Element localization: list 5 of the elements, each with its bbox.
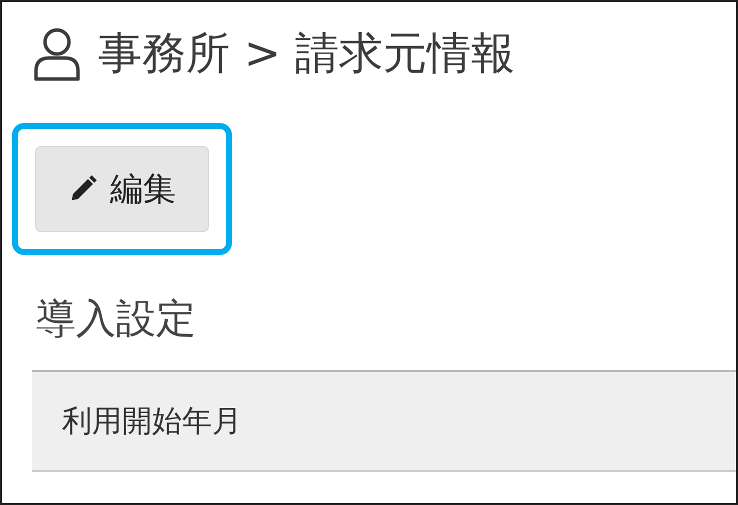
breadcrumb: 事務所 > 請求元情報 [98, 27, 515, 81]
user-icon [32, 26, 82, 80]
edit-button[interactable]: 編集 [35, 146, 209, 232]
row-label: 利用開始年月 [62, 402, 242, 440]
section-title: 導入設定 [36, 295, 197, 344]
